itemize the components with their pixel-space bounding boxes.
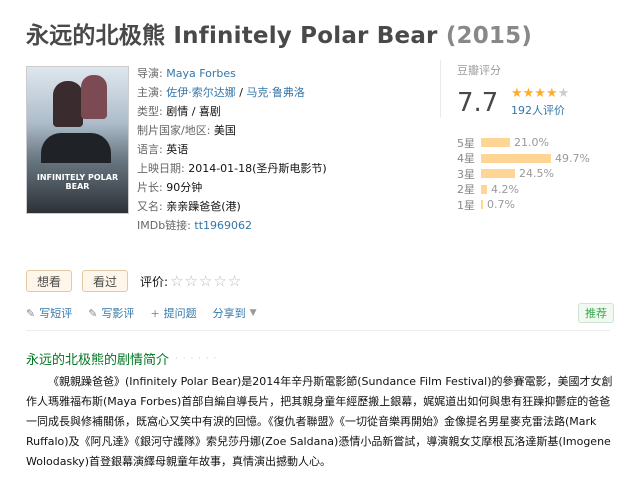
synopsis-heading: 永远的北极熊的剧情简介 · · · · · · bbox=[26, 349, 218, 368]
action-buttons: 想看 看过 评价: ☆☆☆☆☆ bbox=[26, 270, 242, 292]
title-year: (2015) bbox=[445, 23, 533, 49]
dist-label: 1星 bbox=[457, 198, 475, 212]
want-to-see-button[interactable]: 想看 bbox=[26, 270, 73, 292]
director-row: 导演: Maya Forbes bbox=[137, 64, 327, 83]
rating-stars-icon: ★★★★★ bbox=[511, 86, 569, 101]
rating-stars-wrap: ★★★★★ 192人评价 bbox=[511, 86, 569, 118]
poster-title: INFINITELY POLAR BEAR bbox=[36, 173, 119, 191]
action-links: ✎ 写短评 ✎ 写影评 + 提问题 分享到 ▼ bbox=[26, 305, 273, 321]
rating-distribution: 5星 21.0% 4星 49.7% 3星 24.5% 2星 4.2% 1星 0.… bbox=[457, 135, 590, 213]
dist-label: 2星 bbox=[457, 183, 475, 197]
director-link[interactable]: Maya Forbes bbox=[166, 67, 236, 80]
cast-label: 主演: bbox=[137, 86, 163, 99]
cast-row: 主演: 佐伊·索尔达娜 / 马克·鲁弗洛 bbox=[137, 83, 327, 102]
director-label: 导演: bbox=[137, 67, 163, 80]
language-label: 语言: bbox=[137, 143, 163, 156]
cast-link-1[interactable]: 佐伊·索尔达娜 bbox=[166, 86, 236, 99]
synopsis-text: 《親親躁爸爸》(Infinitely Polar Bear)是2014年辛丹斯電… bbox=[26, 375, 613, 468]
rate-label: 评价: bbox=[140, 274, 169, 289]
poster-figure bbox=[53, 81, 83, 127]
share-label: 分享到 bbox=[212, 307, 246, 320]
country-label: 制片国家/地区: bbox=[137, 124, 211, 137]
dist-percent: 4.2% bbox=[491, 182, 519, 196]
recommend-label: 推荐 bbox=[585, 307, 607, 320]
short-review-label: 写短评 bbox=[39, 307, 73, 320]
review-label: 写影评 bbox=[101, 307, 135, 320]
title-cn: 永远的北极熊 bbox=[26, 23, 166, 49]
synopsis-title-text: 永远的北极熊的剧情简介 bbox=[26, 353, 170, 368]
country-row: 制片国家/地区: 美国 bbox=[137, 121, 327, 140]
pencil-icon: ✎ bbox=[26, 306, 36, 320]
release-value: 2014-01-18(圣丹斯电影节) bbox=[188, 162, 327, 175]
dist-row: 3星 24.5% bbox=[457, 166, 590, 182]
dist-percent: 21.0% bbox=[514, 136, 549, 150]
genre-row: 类型: 剧情 / 喜剧 bbox=[137, 102, 327, 121]
stars-empty: ★ bbox=[557, 86, 570, 101]
dist-label: 4星 bbox=[457, 152, 475, 166]
rate-stars-input[interactable]: ☆☆☆☆☆ bbox=[170, 272, 242, 290]
dist-label: 5星 bbox=[457, 136, 475, 150]
poster-figure bbox=[81, 75, 107, 119]
seen-button[interactable]: 看过 bbox=[82, 270, 129, 292]
rating-header: 豆瓣评分 bbox=[457, 64, 501, 77]
recommend-button[interactable]: 推荐 bbox=[578, 303, 614, 323]
release-label: 上映日期: bbox=[137, 162, 185, 175]
aka-value: 亲亲躁爸爸(港) bbox=[166, 200, 241, 213]
question-label: 提问题 bbox=[163, 307, 197, 320]
stars-filled: ★★★★ bbox=[511, 86, 558, 101]
section-divider bbox=[26, 330, 610, 331]
poster-figure bbox=[41, 133, 111, 163]
chevron-down-icon: ▼ bbox=[249, 308, 257, 318]
dist-bar bbox=[481, 138, 510, 148]
aka-label: 又名: bbox=[137, 200, 163, 213]
release-row: 上映日期: 2014-01-18(圣丹斯电影节) bbox=[137, 159, 327, 178]
dist-percent: 49.7% bbox=[555, 151, 590, 165]
dist-percent: 24.5% bbox=[519, 167, 554, 181]
cast-separator: / bbox=[235, 86, 247, 99]
plus-icon: + bbox=[150, 306, 160, 320]
dist-percent: 0.7% bbox=[487, 198, 515, 212]
title-en: Infinitely Polar Bear bbox=[173, 23, 438, 49]
language-row: 语言: 英语 bbox=[137, 140, 327, 159]
ask-question-link[interactable]: + 提问题 bbox=[150, 305, 196, 321]
genre-value: 剧情 / 喜剧 bbox=[166, 105, 221, 118]
rating-count-link[interactable]: 192人评价 bbox=[511, 102, 569, 118]
share-dropdown[interactable]: 分享到 ▼ bbox=[213, 305, 257, 321]
seen-label: 看过 bbox=[93, 274, 118, 289]
synopsis-dots: · · · · · · bbox=[175, 353, 218, 364]
rating-panel: 豆瓣评分 7.7 ★★★★★ 192人评价 bbox=[440, 60, 600, 118]
imdb-row: IMDb链接: tt1969062 bbox=[137, 216, 327, 235]
aka-row: 又名: 亲亲躁爸爸(港) bbox=[137, 197, 327, 216]
dist-row: 2星 4.2% bbox=[457, 182, 590, 198]
imdb-label: IMDb链接: bbox=[137, 219, 191, 232]
dist-label: 3星 bbox=[457, 167, 475, 181]
dist-row: 5星 21.0% bbox=[457, 135, 590, 151]
movie-poster[interactable]: INFINITELY POLAR BEAR bbox=[26, 66, 129, 214]
genre-label: 类型: bbox=[137, 105, 163, 118]
want-label: 想看 bbox=[37, 274, 62, 289]
dist-bar bbox=[481, 200, 483, 210]
dist-row: 1星 0.7% bbox=[457, 197, 590, 213]
write-short-review-link[interactable]: ✎ 写短评 bbox=[26, 305, 72, 321]
country-value: 美国 bbox=[213, 124, 236, 137]
dist-bar bbox=[481, 153, 551, 163]
imdb-link[interactable]: tt1969062 bbox=[194, 219, 252, 232]
runtime-label: 片长: bbox=[137, 181, 163, 194]
dist-row: 4星 49.7% bbox=[457, 151, 590, 167]
rating-score: 7.7 bbox=[457, 88, 499, 118]
language-value: 英语 bbox=[166, 143, 189, 156]
cast-link-2[interactable]: 马克·鲁弗洛 bbox=[246, 86, 305, 99]
write-review-link[interactable]: ✎ 写影评 bbox=[88, 305, 134, 321]
page-title: 永远的北极熊 Infinitely Polar Bear (2015) bbox=[26, 16, 532, 50]
runtime-row: 片长: 90分钟 bbox=[137, 178, 327, 197]
dist-bar bbox=[481, 184, 487, 194]
pencil-icon: ✎ bbox=[88, 306, 98, 320]
movie-info: 导演: Maya Forbes 主演: 佐伊·索尔达娜 / 马克·鲁弗洛 类型:… bbox=[137, 64, 327, 235]
runtime-value: 90分钟 bbox=[166, 181, 203, 194]
dist-bar bbox=[481, 169, 515, 179]
